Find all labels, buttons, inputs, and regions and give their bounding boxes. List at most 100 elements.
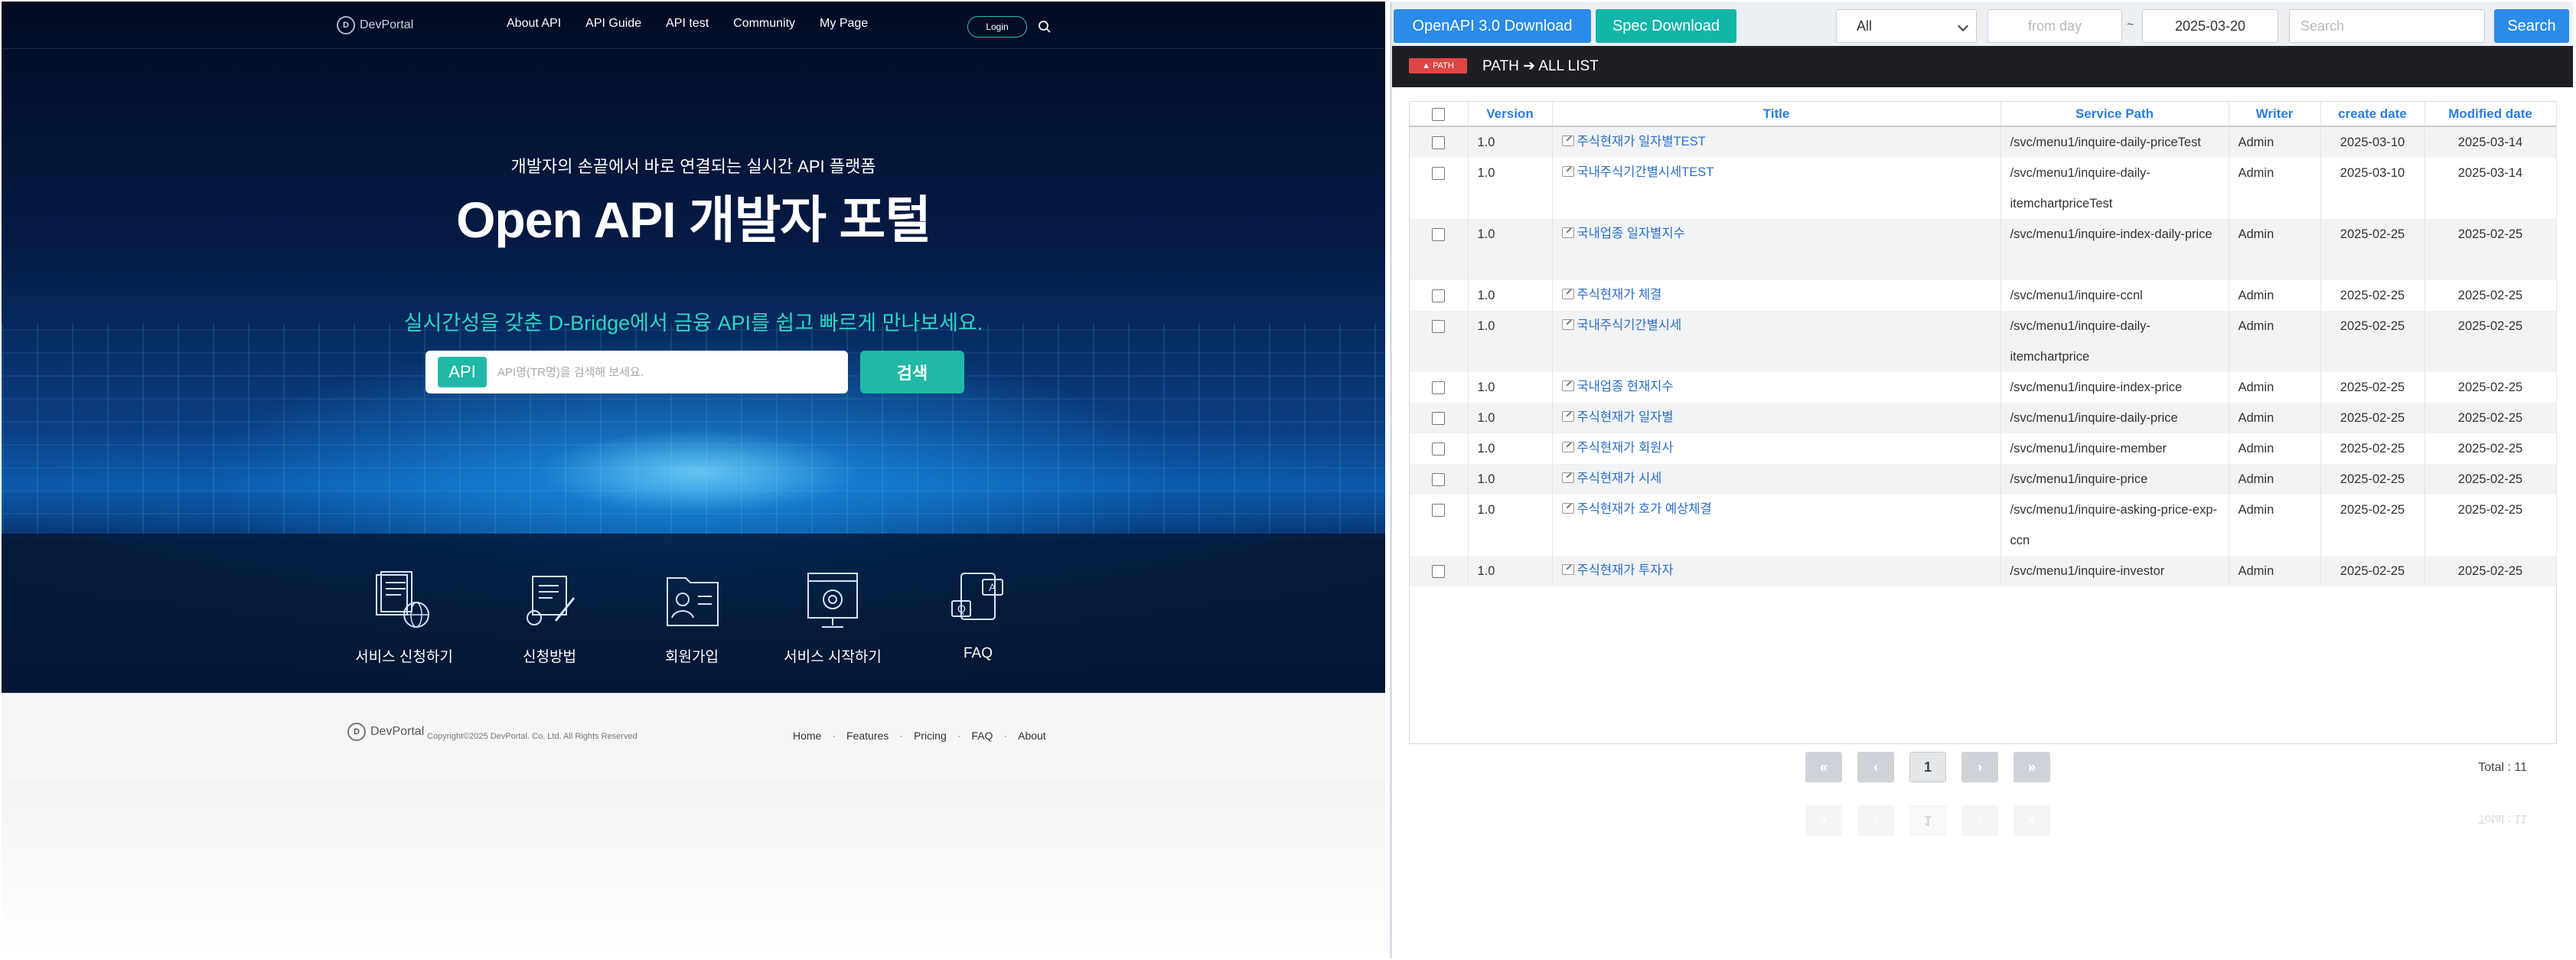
select-all-header[interactable] — [1410, 102, 1469, 127]
column-header-service-path[interactable]: Service Path — [2000, 102, 2229, 127]
title-cell[interactable]: 국내업종 현재지수 — [1552, 372, 2001, 403]
row-checkbox[interactable] — [1432, 136, 1446, 150]
footer-link-features[interactable]: Features — [846, 730, 889, 742]
table-row[interactable]: 1.0 주식현재가 회원사/svc/menu1/inquire-member Adm… — [1410, 433, 2557, 464]
api-title-link[interactable]: 주식현재가 호가 예상체결 — [1577, 502, 1712, 516]
version-cell-text: 1.0 — [1477, 564, 1495, 578]
title-cell[interactable]: 주식현재가 일자별TEST — [1552, 126, 2001, 158]
select-all-checkbox[interactable] — [1432, 107, 1446, 121]
footer-link-about[interactable]: About — [1018, 730, 1046, 742]
footer-link-home[interactable]: Home — [793, 730, 821, 742]
column-header-title[interactable]: Title — [1552, 102, 2001, 127]
column-header-version[interactable]: Version — [1468, 102, 1553, 127]
filter-select[interactable]: All — [1836, 9, 1977, 43]
api-title-link[interactable]: 국내업종 일자별지수 — [1577, 227, 1685, 240]
row-checkbox[interactable] — [1432, 504, 1446, 518]
api-title-link[interactable]: 주식현재가 회원사 — [1577, 441, 1674, 455]
version-cell-text: 1.0 — [1477, 319, 1495, 333]
service-apply-item[interactable]: 서비스 신청하기 — [335, 570, 473, 666]
column-header-create-date[interactable]: create date — [2320, 102, 2425, 127]
writer-cell: Admin — [2229, 372, 2321, 403]
to-date-input[interactable]: 2025-03-20 — [2142, 9, 2278, 43]
title-cell[interactable]: 주식현재가 투자자 — [1552, 556, 2001, 586]
version-cell: 1.0 — [1468, 403, 1553, 433]
row-checkbox[interactable] — [1432, 289, 1446, 303]
table-row[interactable]: 1.0 주식현재가 일자별/svc/menu1/inquire-daily-pri… — [1410, 403, 2557, 433]
api-search-button[interactable]: 검색 — [860, 351, 964, 393]
table-row[interactable]: 1.0 국내주식기간별시세TEST/svc/menu1/inquire-daily… — [1410, 158, 2557, 219]
page-number-current[interactable]: 1 — [1909, 752, 1946, 782]
from-date-input[interactable]: from day — [1987, 9, 2122, 43]
search-input[interactable]: Search — [2289, 9, 2485, 43]
service-start-item[interactable]: 서비스 시작하기 — [764, 570, 902, 666]
row-checkbox[interactable] — [1432, 228, 1446, 242]
api-title-link[interactable]: 주식현재가 일자별TEST — [1577, 135, 1706, 149]
portal-logo[interactable]: D DevPortal — [337, 16, 413, 34]
title-cell[interactable]: 주식현재가 회원사 — [1552, 433, 2001, 464]
nav-link-api-guide[interactable]: API Guide — [585, 17, 641, 31]
row-checkbox[interactable] — [1432, 565, 1446, 579]
row-checkbox[interactable] — [1432, 167, 1446, 181]
title-cell[interactable]: 주식현재가 일자별 — [1552, 403, 2001, 433]
row-checkbox[interactable] — [1432, 412, 1446, 426]
create-date-cell: 2025-02-25 — [2320, 556, 2425, 586]
search-button[interactable]: Search — [2494, 9, 2569, 43]
api-search-tag: API — [438, 357, 487, 387]
sign-up-item[interactable]: 회원가입 — [623, 570, 761, 666]
writer-cell: Admin — [2229, 433, 2321, 464]
row-checkbox[interactable] — [1432, 320, 1446, 334]
api-title-link[interactable]: 주식현재가 시세 — [1577, 472, 1662, 485]
reflection-previous-page-icon: ‹ — [1857, 805, 1894, 836]
column-header-modified-date[interactable]: Modified date — [2424, 102, 2557, 127]
api-title-link[interactable]: 국내주식기간별시세TEST — [1577, 165, 1714, 179]
table-row[interactable]: 1.0 국내업종 일자별지수/svc/menu1/inquire-index-da… — [1410, 219, 2557, 280]
title-cell[interactable]: 국내주식기간별시세TEST — [1552, 158, 2001, 219]
service-path-cell: /svc/menu1/inquire-index-price — [2000, 372, 2229, 403]
api-title-link[interactable]: 국내업종 현재지수 — [1577, 380, 1674, 393]
openapi-download-button[interactable]: OpenAPI 3.0 Download — [1394, 9, 1591, 43]
search-icon[interactable] — [1038, 20, 1052, 34]
table-row[interactable]: 1.0 주식현재가 체결/svc/menu1/inquire-ccnl Admin 2… — [1410, 280, 2557, 311]
next-page-icon[interactable]: › — [1961, 752, 1998, 782]
first-page-icon[interactable]: « — [1805, 752, 1842, 782]
api-title-link[interactable]: 주식현재가 체결 — [1577, 288, 1662, 302]
api-title-link[interactable]: 주식현재가 일자별 — [1577, 410, 1674, 424]
title-cell[interactable]: 주식현재가 호가 예상체결 — [1552, 495, 2001, 556]
nav-link-api-test[interactable]: API test — [666, 17, 709, 31]
nav-link-community[interactable]: Community — [733, 17, 795, 31]
application-method-item[interactable]: 신청방법 — [481, 570, 618, 666]
create-date-cell: 2025-02-25 — [2320, 372, 2425, 403]
faq-item[interactable]: A Q FAQ — [909, 570, 1047, 662]
create-date-cell-text: 2025-02-25 — [2340, 227, 2405, 241]
last-page-icon[interactable]: » — [2014, 752, 2050, 782]
api-search-input[interactable] — [496, 364, 833, 380]
title-cell[interactable]: 주식현재가 시세 — [1552, 464, 2001, 495]
spec-download-button[interactable]: Spec Download — [1596, 9, 1736, 43]
title-cell[interactable]: 국내주식기간별시세 — [1552, 311, 2001, 372]
version-cell: 1.0 — [1468, 495, 1553, 556]
table-row[interactable]: 1.0 국내업종 현재지수/svc/menu1/inquire-index-pri… — [1410, 372, 2557, 403]
create-date-cell-text: 2025-02-25 — [2340, 289, 2405, 302]
hero-glow-decoration — [537, 430, 859, 514]
title-cell[interactable]: 주식현재가 체결 — [1552, 280, 2001, 311]
nav-link-about-api[interactable]: About API — [507, 17, 561, 31]
api-title-link[interactable]: 국내주식기간별시세 — [1577, 318, 1682, 332]
table-row[interactable]: 1.0 주식현재가 시세/svc/menu1/inquire-price Admin… — [1410, 464, 2557, 495]
footer-link-faq[interactable]: FAQ — [971, 730, 993, 742]
footer-logo[interactable]: D DevPortal — [347, 723, 424, 741]
row-checkbox[interactable] — [1432, 442, 1446, 456]
previous-page-icon[interactable]: ‹ — [1857, 752, 1894, 782]
faq-label: FAQ — [963, 645, 993, 661]
table-row[interactable]: 1.0 주식현재가 일자별TEST/svc/menu1/inquire-daily… — [1410, 126, 2557, 158]
api-title-link[interactable]: 주식현재가 투자자 — [1577, 563, 1674, 577]
table-row[interactable]: 1.0 주식현재가 호가 예상체결/svc/menu1/inquire-askin… — [1410, 495, 2557, 556]
title-cell[interactable]: 국내업종 일자별지수 — [1552, 219, 2001, 280]
column-header-writer[interactable]: Writer — [2229, 102, 2321, 127]
table-row[interactable]: 1.0 주식현재가 투자자/svc/menu1/inquire-investor A… — [1410, 556, 2557, 586]
row-checkbox[interactable] — [1432, 381, 1446, 395]
nav-link-my-page[interactable]: My Page — [820, 17, 868, 31]
table-row[interactable]: 1.0 국내주식기간별시세/svc/menu1/inquire-daily-ite… — [1410, 311, 2557, 372]
footer-link-pricing[interactable]: Pricing — [914, 730, 947, 742]
login-button[interactable]: Login — [967, 16, 1027, 38]
row-checkbox[interactable] — [1432, 473, 1446, 487]
